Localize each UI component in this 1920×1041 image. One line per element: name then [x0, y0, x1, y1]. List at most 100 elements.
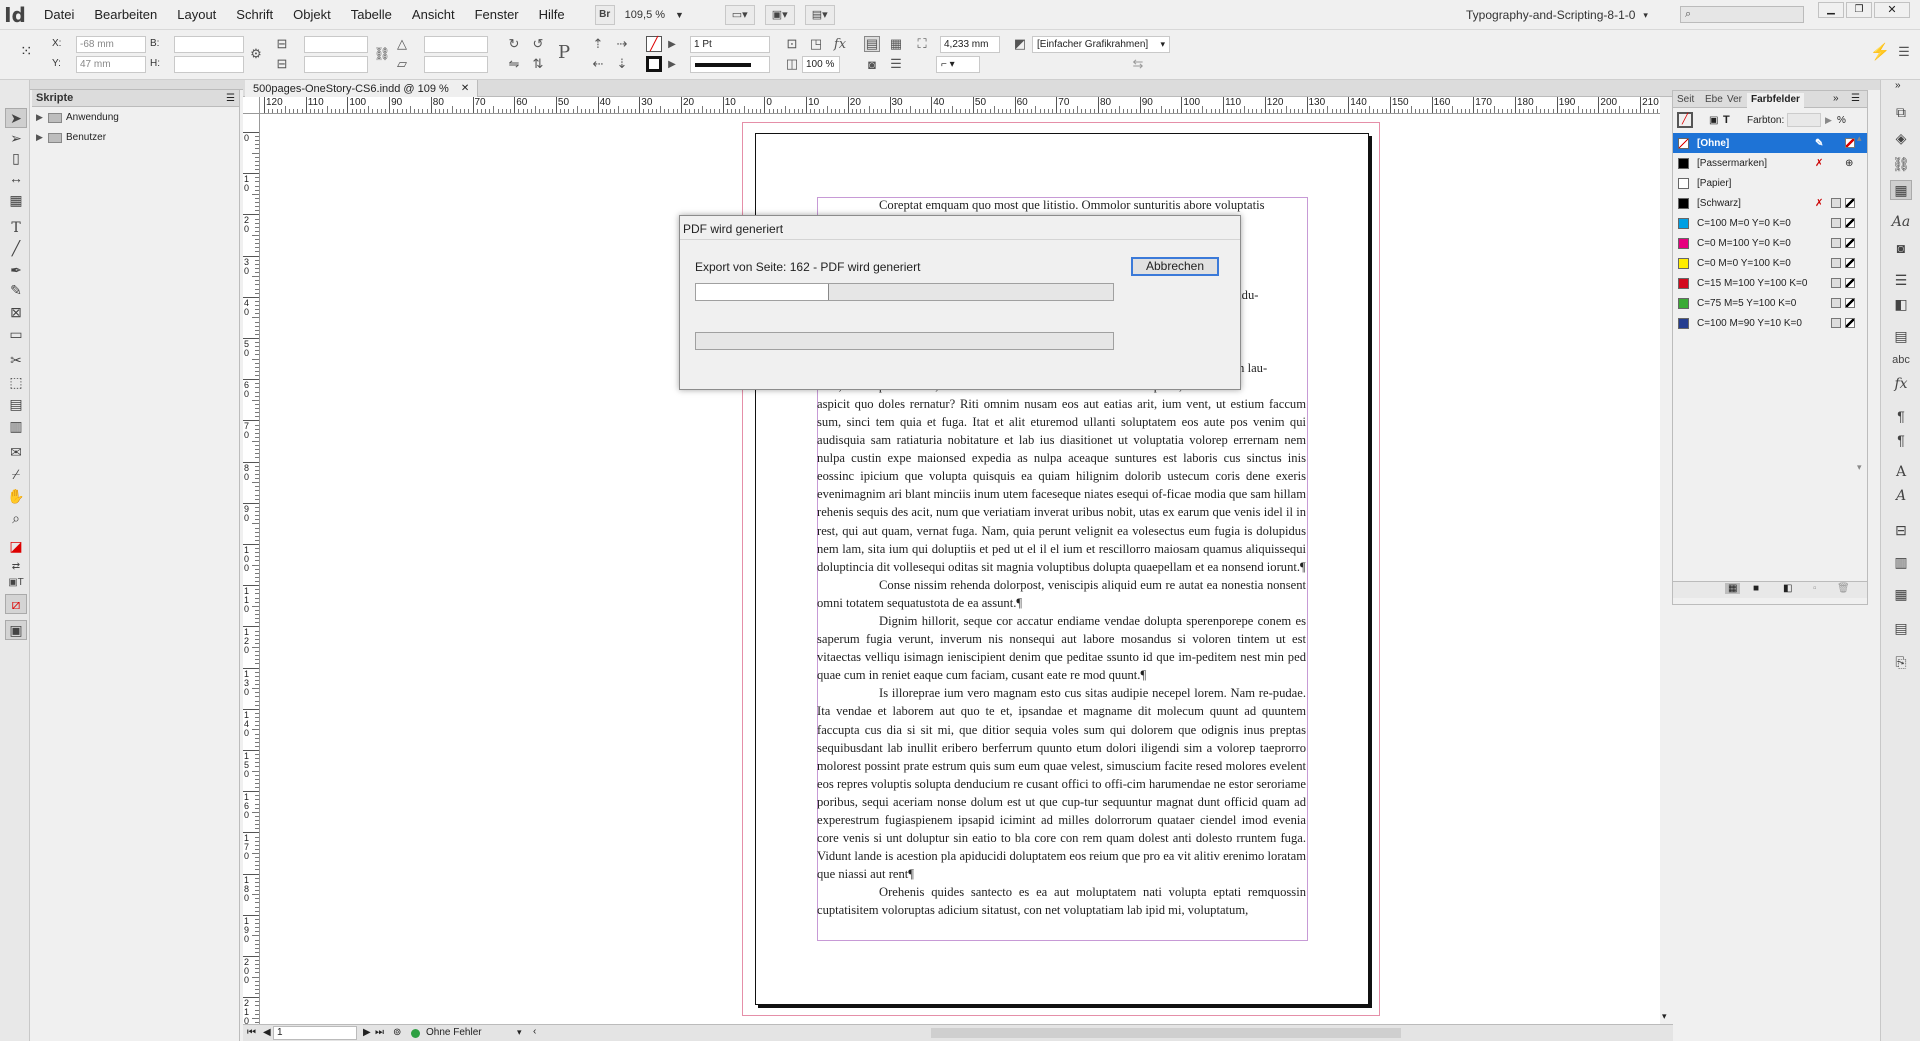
- gradient-swatch-tool-icon[interactable]: ▤: [5, 394, 27, 414]
- close-icon[interactable]: ✕: [461, 83, 469, 94]
- select-next-icon[interactable]: ⇣: [614, 56, 630, 72]
- view-options-button[interactable]: ▭▾: [724, 4, 755, 25]
- screen-mode-icon[interactable]: ▣: [5, 620, 27, 640]
- tab-verknuepfungen[interactable]: Ver: [1727, 94, 1742, 105]
- ruler-origin[interactable]: [243, 97, 260, 114]
- offset-field[interactable]: 4,233 mm: [940, 36, 1000, 53]
- quick-apply-icon[interactable]: ⚡: [1870, 44, 1890, 61]
- fill-stroke-icon[interactable]: ◪: [5, 536, 27, 556]
- new-swatch-icon[interactable]: ▫: [1813, 583, 1817, 594]
- constrain-proportions-icon[interactable]: ⚙: [248, 46, 264, 62]
- flip-vertical-icon[interactable]: ⇅: [530, 56, 546, 72]
- fit-content-icon[interactable]: ⊡: [784, 36, 800, 52]
- scroll-down-icon[interactable]: ▾: [1662, 1011, 1667, 1022]
- first-page-icon[interactable]: ⏮: [247, 1027, 256, 1038]
- scissors-tool-icon[interactable]: ✂: [5, 350, 27, 370]
- paragraph-panel-icon[interactable]: ¶: [1890, 406, 1912, 426]
- swatch-row[interactable]: [Passermarken] ✗ ⊕: [1673, 153, 1867, 173]
- show-gradient-swatches-icon[interactable]: ◧: [1783, 583, 1792, 594]
- scripts-label-icon[interactable]: ⎘: [1890, 652, 1912, 672]
- text-format-icon[interactable]: T: [1723, 114, 1730, 126]
- vertical-scrollbar[interactable]: ▴ ▾: [1855, 133, 1867, 473]
- stroke-panel-icon[interactable]: ☰: [1890, 270, 1912, 290]
- page-number-field[interactable]: 1: [273, 1026, 357, 1040]
- formatting-affects-icon[interactable]: ▣T: [5, 572, 27, 592]
- rectangle-tool-icon[interactable]: ▭: [5, 324, 27, 344]
- preflight-status[interactable]: Ohne Fehler: [426, 1027, 482, 1038]
- scroll-down-icon[interactable]: ▾: [1857, 462, 1862, 473]
- workspace-switcher[interactable]: Typography-and-Scripting-8-1-0 ▾: [1466, 5, 1666, 25]
- pages-panel-icon[interactable]: ⧉: [1890, 102, 1912, 122]
- glyphs-panel-icon[interactable]: abc: [1890, 350, 1912, 370]
- text-wrap-panel-icon[interactable]: ▤: [1890, 326, 1912, 346]
- chevron-down-icon[interactable]: ▾: [517, 1027, 522, 1038]
- next-page-icon[interactable]: ▶: [363, 1027, 371, 1038]
- open-page-icon[interactable]: ⊚: [393, 1027, 401, 1038]
- panel-menu-icon[interactable]: ☰: [1896, 44, 1912, 60]
- rotate-field[interactable]: [424, 36, 488, 53]
- delete-swatch-icon[interactable]: 🗑: [1837, 583, 1850, 594]
- swatch-row[interactable]: C=15 M=100 Y=100 K=0: [1673, 273, 1867, 293]
- show-all-swatches-icon[interactable]: ▦: [1725, 583, 1741, 594]
- swatch-row[interactable]: C=75 M=5 Y=100 K=0: [1673, 293, 1867, 313]
- select-content-icon[interactable]: ⇢: [614, 36, 630, 52]
- character-styles-icon[interactable]: Aa: [1890, 212, 1912, 232]
- menu-ansicht[interactable]: Ansicht: [402, 0, 465, 30]
- chevron-right-icon[interactable]: ▶: [664, 56, 680, 72]
- rotate-cw-icon[interactable]: ↻: [506, 36, 522, 52]
- content-collector-icon[interactable]: ▦: [5, 190, 27, 210]
- scale-x-field[interactable]: [304, 36, 368, 53]
- scroll-left-icon[interactable]: ‹: [533, 1026, 536, 1037]
- bridge-button[interactable]: Br: [594, 4, 615, 25]
- rotate-ccw-icon[interactable]: ↺: [530, 36, 546, 52]
- fill-stroke-proxy-icon[interactable]: ╱: [1677, 112, 1693, 128]
- pencil-tool-icon[interactable]: ✎: [5, 280, 27, 300]
- swatch-row[interactable]: [Ohne] ✎: [1673, 133, 1867, 153]
- menu-layout[interactable]: Layout: [167, 0, 226, 30]
- select-container-icon[interactable]: ⇡: [590, 36, 606, 52]
- free-transform-tool-icon[interactable]: ⬚: [5, 372, 27, 392]
- text-wrap-bbox-icon[interactable]: ▦: [888, 36, 904, 52]
- link-icon[interactable]: ⛓: [374, 46, 391, 62]
- hand-tool-icon[interactable]: ✋: [5, 486, 27, 506]
- rectangle-frame-tool-icon[interactable]: ⊠: [5, 302, 27, 322]
- horizontal-ruler[interactable]: 120 110 100 90 80 70 60 50 40 30 20 10 0 10 20 30 40 50 60…: [260, 97, 1673, 114]
- arrange-documents-button[interactable]: ▤▾: [804, 4, 835, 25]
- select-previous-icon[interactable]: ⇠: [590, 56, 606, 72]
- stroke-type-dropdown[interactable]: [690, 56, 770, 73]
- gap-tool-icon[interactable]: ↔: [5, 168, 27, 188]
- direct-selection-tool-icon[interactable]: ➢: [5, 128, 27, 148]
- tab-seiten[interactable]: Seit: [1677, 94, 1694, 105]
- pen-tool-icon[interactable]: ✒: [5, 260, 27, 280]
- corner-shape-dropdown[interactable]: ⌐ ▾: [936, 56, 980, 73]
- restore-button[interactable]: ❐: [1846, 2, 1872, 18]
- apply-none-icon[interactable]: ⧄: [5, 594, 27, 614]
- text-wrap-jump-icon[interactable]: ☰: [888, 56, 904, 72]
- menu-fenster[interactable]: Fenster: [465, 0, 529, 30]
- cancel-button[interactable]: Abbrechen: [1131, 257, 1219, 276]
- gradient-panel-icon[interactable]: ◧: [1890, 294, 1912, 314]
- scroll-up-icon[interactable]: ▴: [1857, 133, 1862, 144]
- w-field[interactable]: [174, 36, 244, 53]
- tint-field[interactable]: [1787, 113, 1821, 127]
- expand-arrow-icon[interactable]: ▶: [36, 112, 48, 123]
- menu-bearbeiten[interactable]: Bearbeiten: [84, 0, 167, 30]
- eyedropper-tool-icon[interactable]: ⌿: [5, 464, 27, 484]
- tint-arrow-icon[interactable]: ▶: [1825, 115, 1832, 126]
- stroke-weight-field[interactable]: 1 Pt: [690, 36, 770, 53]
- fill-swatch-icon[interactable]: ╱: [646, 36, 662, 52]
- collapse-icon[interactable]: »: [1895, 80, 1901, 91]
- reference-point-icon[interactable]: ⁙: [20, 42, 42, 64]
- swatch-row[interactable]: C=100 M=0 Y=0 K=0: [1673, 213, 1867, 233]
- swatch-row[interactable]: C=100 M=90 Y=10 K=0: [1673, 313, 1867, 333]
- effects-panel-icon[interactable]: fx: [1890, 374, 1912, 394]
- container-icon[interactable]: ▣: [1709, 115, 1718, 126]
- swatch-row[interactable]: C=0 M=100 Y=0 K=0: [1673, 233, 1867, 253]
- menu-hilfe[interactable]: Hilfe: [529, 0, 575, 30]
- effects-fx-icon[interactable]: fx: [832, 36, 848, 52]
- collapse-icon[interactable]: »: [1833, 93, 1839, 104]
- show-color-swatches-icon[interactable]: ■: [1753, 583, 1759, 594]
- object-styles-icon[interactable]: ◙: [1890, 238, 1912, 258]
- text-wrap-shape-icon[interactable]: ◙: [864, 56, 880, 72]
- cell-styles-icon[interactable]: ▤: [1890, 618, 1912, 638]
